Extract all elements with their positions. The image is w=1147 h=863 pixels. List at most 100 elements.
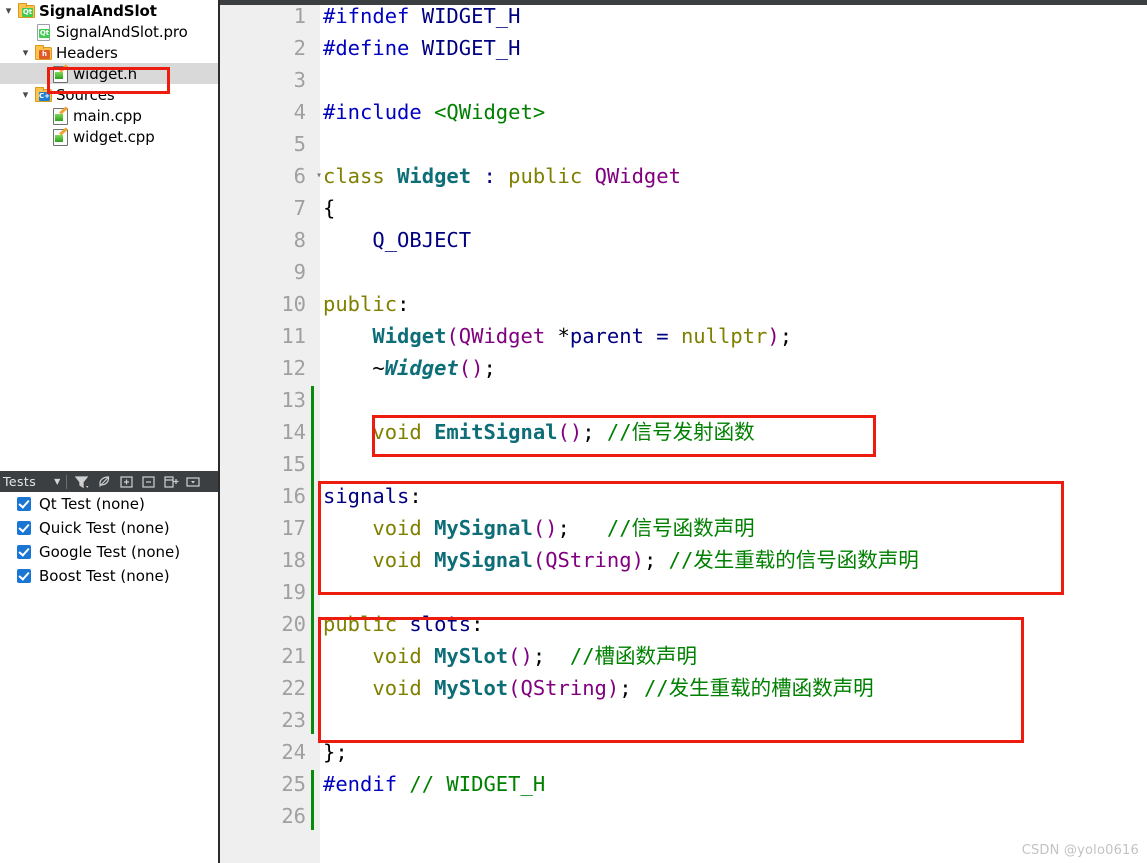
code-line[interactable]: 17 void MySignal(); //信号函数声明 <box>220 512 1147 544</box>
checkbox-checked-icon[interactable] <box>17 569 31 583</box>
line-number: 4 <box>293 100 306 124</box>
code-line[interactable]: 16 signals: <box>220 480 1147 512</box>
checkbox-checked-icon[interactable] <box>17 545 31 559</box>
chevron-down-icon[interactable]: ▾ <box>17 47 34 58</box>
tree-indent: . <box>0 131 17 142</box>
tests-list[interactable]: Qt Test (none) Quick Test (none) Google Te… <box>0 492 218 588</box>
test-item-label: Quick Test (none) <box>39 519 170 537</box>
add-pane-icon[interactable] <box>160 472 181 491</box>
code-line[interactable]: 5 <box>220 128 1147 160</box>
code-line[interactable]: 2 #define WIDGET_H <box>220 32 1147 64</box>
code-token: ; <box>483 356 496 380</box>
line-number: 19 <box>281 580 306 604</box>
line-number: 2 <box>293 36 306 60</box>
code-line[interactable]: 15 <box>220 448 1147 480</box>
line-number: 6 <box>293 164 306 188</box>
line-number: 11 <box>281 324 306 348</box>
chevron-down-icon[interactable]: ▾ <box>0 5 17 16</box>
code-text: void MySlot(QString); //发生重载的槽函数声明 <box>323 672 873 704</box>
code-line[interactable]: 1 #ifndef WIDGET_H <box>220 0 1147 32</box>
code-token: () <box>532 516 558 540</box>
pane-options-icon[interactable] <box>182 472 203 491</box>
code-token: ) <box>606 676 620 700</box>
tree-item-label: widget.cpp <box>73 127 155 146</box>
code-line[interactable]: 23 <box>220 704 1147 736</box>
test-item[interactable]: Qt Test (none) <box>0 492 218 516</box>
chevron-down-icon[interactable]: ▼ <box>54 477 60 486</box>
checkbox-checked-icon[interactable] <box>17 497 31 511</box>
code-line[interactable]: 3 <box>220 64 1147 96</box>
tree-item-widget-cpp[interactable]: ... widget.cpp <box>0 126 218 147</box>
tree-item-headers[interactable]: .▾h Headers <box>0 42 218 63</box>
line-number: 26 <box>281 804 306 828</box>
filter-icon[interactable] <box>72 472 93 491</box>
code-token: () <box>458 356 484 380</box>
tree-indent: . <box>0 89 17 100</box>
leaf-icon[interactable] <box>94 472 115 491</box>
project-tree[interactable]: ▾QtSignalAndSlot..QtSignalAndSlot.pro.▾h… <box>0 0 218 471</box>
left-panel: ▾QtSignalAndSlot..QtSignalAndSlot.pro.▾h… <box>0 0 218 863</box>
code-token: ; <box>582 420 607 444</box>
tests-panel: Tests ▼ Qt Test (none) Quick Test (none)… <box>0 471 218 863</box>
tree-indent: . <box>17 110 34 121</box>
expand-all-icon[interactable] <box>116 472 137 491</box>
tree-indent: . <box>34 131 51 142</box>
code-token: // WIDGET_H <box>409 772 546 796</box>
file-source-icon <box>51 64 68 83</box>
line-number: 21 <box>281 644 306 668</box>
tree-item-label: SignalAndSlot.pro <box>56 22 188 41</box>
code-line[interactable]: 13 <box>220 384 1147 416</box>
code-line[interactable]: 11 Widget(QWidget *parent = nullptr); <box>220 320 1147 352</box>
line-number: 14 <box>281 420 306 444</box>
code-line[interactable]: 9 <box>220 256 1147 288</box>
test-item[interactable]: Google Test (none) <box>0 540 218 564</box>
code-text: void MySlot(); //槽函数声明 <box>323 640 697 672</box>
code-line[interactable]: 19 <box>220 576 1147 608</box>
code-line[interactable]: 20 public slots: <box>220 608 1147 640</box>
tree-item-label: SignalAndSlot <box>39 1 157 20</box>
code-line[interactable]: 24}; <box>220 736 1147 768</box>
code-line[interactable]: 10 public: <box>220 288 1147 320</box>
tree-item-main-cpp[interactable]: ... main.cpp <box>0 105 218 126</box>
tree-item-signalandslot[interactable]: ▾ Qt SignalAndSlot <box>0 0 218 21</box>
code-token: ( <box>532 548 546 572</box>
tree-indent: . <box>0 68 17 79</box>
code-token: }; <box>323 740 348 764</box>
tree-item-signalandslot-pro[interactable]: ..QtSignalAndSlot.pro <box>0 21 218 42</box>
code-line[interactable]: 22 void MySlot(QString); //发生重载的槽函数声明 <box>220 672 1147 704</box>
tree-indent: . <box>17 68 34 79</box>
panel-splitter[interactable] <box>218 0 220 863</box>
code-text: #define WIDGET_H <box>323 32 521 64</box>
test-item-label: Google Test (none) <box>39 543 181 561</box>
code-line[interactable]: 6 ▾ class Widget : public QWidget <box>220 160 1147 192</box>
code-token: ; <box>643 548 669 572</box>
line-number: 15 <box>281 452 306 476</box>
tree-item-sources[interactable]: .▾C+ Sources <box>0 84 218 105</box>
checkbox-checked-icon[interactable] <box>17 521 31 535</box>
code-line[interactable]: 14 void EmitSignal(); //信号发射函数 <box>220 416 1147 448</box>
collapse-all-icon[interactable] <box>138 472 159 491</box>
code-editor[interactable]: 1 #ifndef WIDGET_H 2 #define WIDGET_H 3 4 #inc… <box>220 0 1147 863</box>
test-item[interactable]: Boost Test (none) <box>0 564 218 588</box>
code-line[interactable]: 21 void MySlot(); //槽函数声明 <box>220 640 1147 672</box>
code-line[interactable]: 26 <box>220 800 1147 832</box>
chevron-down-icon[interactable]: ▾ <box>17 89 34 100</box>
tree-indent: . <box>34 110 51 121</box>
test-item[interactable]: Quick Test (none) <box>0 516 218 540</box>
code-line[interactable]: 12 ~Widget(); <box>220 352 1147 384</box>
code-lines: 1 #ifndef WIDGET_H 2 #define WIDGET_H 3 4 #inc… <box>220 0 1147 863</box>
code-line[interactable]: 18 void MySignal(QString); //发生重载的信号函数声明 <box>220 544 1147 576</box>
code-line[interactable]: 7{ <box>220 192 1147 224</box>
code-token: : <box>397 292 410 316</box>
code-line[interactable]: 8 Q_OBJECT <box>220 224 1147 256</box>
code-token: #ifndef <box>323 4 410 28</box>
line-number: 24 <box>281 740 306 764</box>
code-line[interactable]: 4 #include <QWidget> <box>220 96 1147 128</box>
tree-item-widget-h[interactable]: ... widget.h <box>0 63 218 84</box>
code-line[interactable]: 25 #endif // WIDGET_H <box>220 768 1147 800</box>
